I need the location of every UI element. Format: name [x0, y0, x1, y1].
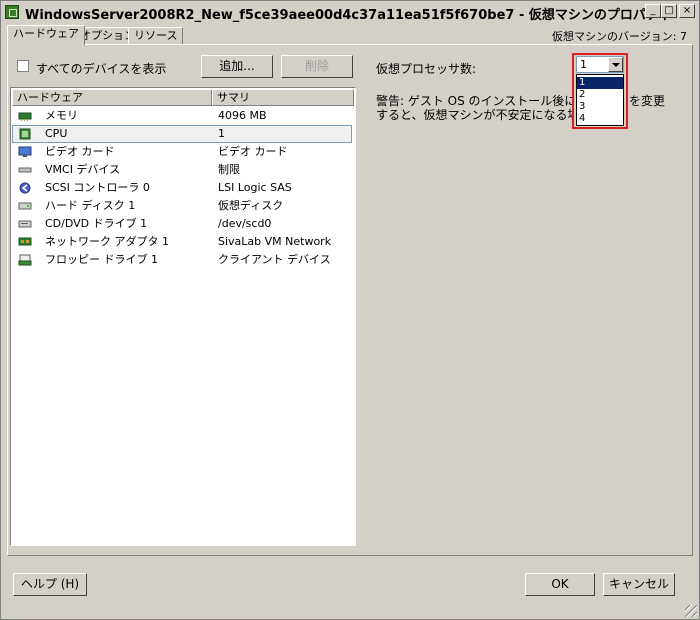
hardware-row-scsi[interactable]: SCSI コントローラ 0 LSI Logic SAS: [12, 179, 352, 197]
hardware-name: ハード ディスク 1: [45, 199, 136, 212]
resize-grip-icon[interactable]: [685, 605, 697, 617]
hardware-row-cd-dvd[interactable]: CD/DVD ドライブ 1 /dev/scd0: [12, 215, 352, 233]
hardware-summary: 仮想ディスク: [218, 199, 284, 212]
help-button[interactable]: ヘルプ (H): [13, 573, 87, 596]
hardware-name: ネットワーク アダプタ 1: [45, 235, 169, 248]
column-header-hardware[interactable]: ハードウェア: [12, 89, 212, 106]
floppy-icon: [18, 254, 32, 266]
cd-dvd-icon: [18, 220, 32, 228]
add-button[interactable]: 追加...: [201, 55, 273, 78]
close-button[interactable]: ×: [679, 4, 695, 18]
tab-resources[interactable]: リソース: [128, 27, 184, 45]
hardware-row-network-adapter[interactable]: ネットワーク アダプタ 1 SivaLab VM Network: [12, 233, 352, 251]
hardware-summary: ビデオ カード: [218, 145, 288, 158]
hardware-row-cpu[interactable]: CPU 1: [12, 125, 352, 143]
video-card-icon: [18, 146, 32, 157]
warning-line-1-end: を変更: [629, 94, 666, 108]
maximize-button[interactable]: □: [661, 4, 677, 18]
hardware-name: SCSI コントローラ 0: [45, 181, 150, 194]
vmci-icon: [18, 167, 32, 173]
processor-count-select[interactable]: 1: [576, 56, 624, 73]
vm-icon: [5, 5, 19, 19]
hard-disk-icon: [18, 202, 32, 210]
hardware-summary: 4096 MB: [218, 109, 267, 122]
warning-line-2: すると、仮想マシンが不安定になる場合が: [376, 108, 572, 122]
hardware-name: CPU: [45, 127, 68, 140]
column-header-summary[interactable]: サマリ: [212, 89, 354, 106]
hardware-row-hard-disk[interactable]: ハード ディスク 1 仮想ディスク: [12, 197, 352, 215]
processor-option-1[interactable]: 1: [577, 77, 623, 89]
cancel-button[interactable]: キャンセル: [603, 573, 675, 596]
scsi-icon: [19, 182, 31, 194]
hardware-row-floppy[interactable]: フロッピー ドライブ 1 クライアント デバイス: [12, 251, 352, 269]
hardware-summary: クライアント デバイス: [218, 253, 331, 266]
hardware-name: VMCI デバイス: [45, 163, 121, 176]
chevron-down-icon[interactable]: [608, 57, 623, 72]
ok-button[interactable]: OK: [525, 573, 595, 596]
hardware-summary: 制限: [218, 163, 240, 176]
hardware-summary: 1: [218, 127, 225, 140]
processor-count-label: 仮想プロセッサ数:: [376, 62, 477, 76]
remove-button[interactable]: 削除: [281, 55, 353, 78]
minimize-button[interactable]: _: [645, 4, 661, 18]
cpu-icon: [19, 128, 31, 140]
network-adapter-icon: [18, 237, 32, 246]
memory-icon: [18, 112, 32, 121]
hardware-name: CD/DVD ドライブ 1: [45, 217, 148, 230]
properties-window: WindowsServer2008R2_New_f5ce39aee00d4c37…: [0, 0, 700, 620]
show-all-devices-label[interactable]: すべてのデバイスを表示: [36, 60, 166, 77]
tab-hardware[interactable]: ハードウェア: [7, 25, 85, 46]
processor-count-value: 1: [580, 58, 587, 71]
hardware-summary: LSI Logic SAS: [218, 181, 292, 194]
hardware-summary: /dev/scd0: [218, 217, 272, 230]
window-title: WindowsServer2008R2_New_f5ce39aee00d4c37…: [25, 8, 672, 23]
hardware-name: フロッピー ドライブ 1: [45, 253, 158, 266]
hardware-row-memory[interactable]: メモリ 4096 MB: [12, 107, 352, 125]
hardware-summary: SivaLab VM Network: [218, 235, 332, 248]
hardware-list-header: ハードウェア サマリ: [12, 89, 354, 106]
show-all-devices-checkbox[interactable]: [17, 60, 29, 72]
vm-version-label: 仮想マシンのバージョン: 7: [552, 30, 687, 43]
title-bar[interactable]: WindowsServer2008R2_New_f5ce39aee00d4c37…: [1, 1, 699, 23]
hardware-list[interactable]: ハードウェア サマリ メモリ 4096 MB CPU 1 ビデオ カード ビデオ…: [10, 87, 356, 546]
hardware-row-video-card[interactable]: ビデオ カード ビデオ カード: [12, 143, 352, 161]
warning-line-1: 警告: ゲスト OS のインストール後に仮想プ: [376, 94, 572, 108]
hardware-row-vmci[interactable]: VMCI デバイス 制限: [12, 161, 352, 179]
hardware-name: メモリ: [45, 109, 78, 122]
hardware-name: ビデオ カード: [45, 145, 115, 158]
